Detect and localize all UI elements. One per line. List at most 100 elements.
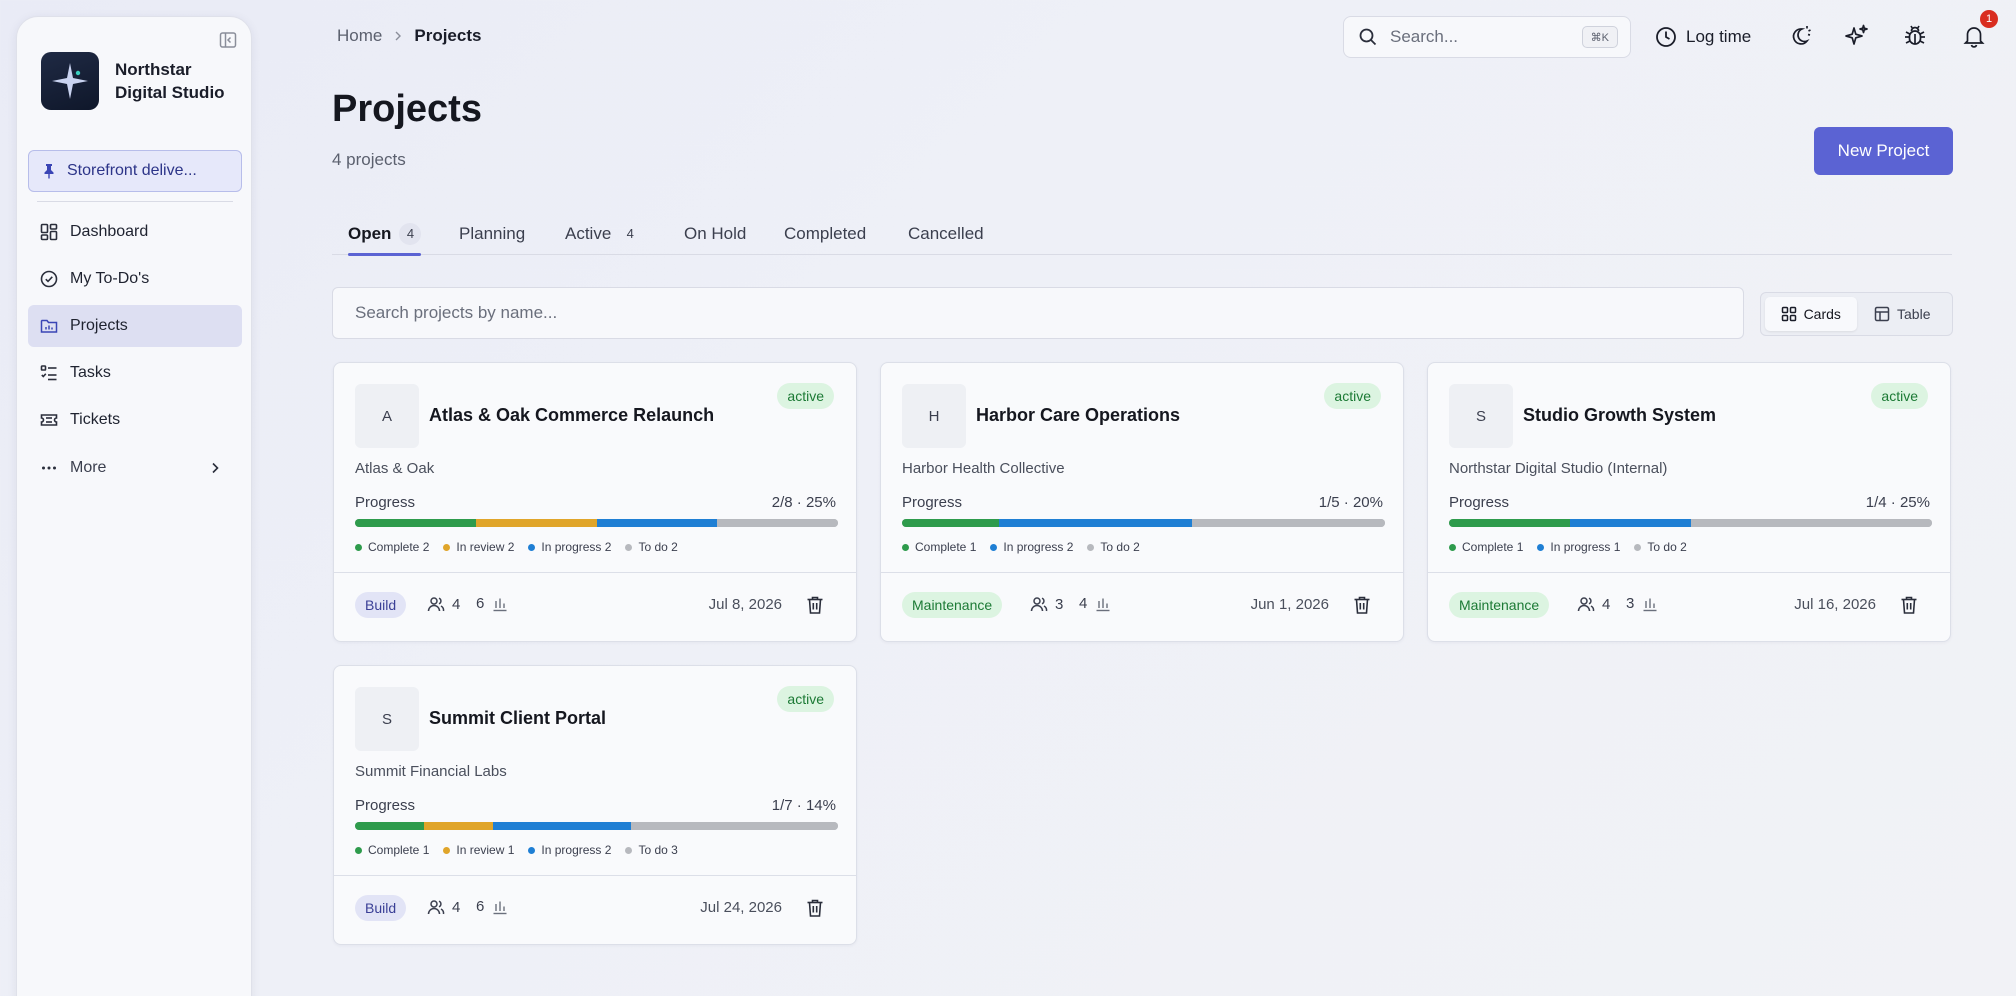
legend-dot — [625, 543, 633, 551]
project-name[interactable]: Studio Growth System — [1523, 405, 1716, 426]
table-view-button[interactable]: Table — [1857, 297, 1949, 331]
breadcrumb-home[interactable]: Home — [337, 26, 382, 46]
progress-bar — [1449, 519, 1932, 527]
project-name[interactable]: Summit Client Portal — [429, 708, 606, 729]
users-icon — [427, 900, 445, 915]
search-placeholder: Search... — [1390, 27, 1459, 46]
legend-label: Complete 2 — [368, 540, 430, 554]
member-count: 4 — [1577, 595, 1610, 613]
pinned-project[interactable]: Storefront delive... — [28, 150, 242, 192]
trash-icon[interactable] — [806, 898, 824, 918]
theme-toggle-icon[interactable] — [1787, 23, 1813, 49]
member-count: 3 — [1030, 595, 1063, 613]
progress-legend: Complete 1 In progress 1 To do 2 — [1449, 540, 1701, 554]
legend-label: In progress 2 — [541, 540, 612, 554]
project-card[interactable]: S Summit Client Portal active Summit Fin… — [333, 665, 857, 945]
view-toggle: Cards Table — [1760, 292, 1953, 336]
project-name[interactable]: Atlas & Oak Commerce Relaunch — [429, 405, 714, 426]
progress-label: Progress — [902, 494, 963, 511]
sidebar-item-dashboard[interactable]: Dashboard — [28, 211, 242, 253]
sidebar-item-tickets[interactable]: Tickets — [28, 399, 242, 441]
tasks-list-icon — [40, 365, 57, 381]
sidebar-item-my-todos[interactable]: My To-Do's — [28, 258, 242, 300]
progress-segment-in-progress — [493, 822, 631, 830]
sidebar-item-more[interactable]: More — [28, 447, 242, 489]
pinned-project-label: Storefront delive... — [67, 162, 197, 179]
progress-legend: Complete 2 In review 2 In progress 2 To do … — [355, 540, 692, 554]
trash-icon[interactable] — [1353, 595, 1371, 615]
due-date: Jul 8, 2026 — [708, 596, 782, 613]
bug-icon[interactable] — [1902, 23, 1928, 49]
task-count: 6 — [476, 898, 508, 915]
due-date: Jun 1, 2026 — [1250, 596, 1329, 613]
tab-label: Cancelled — [908, 223, 984, 243]
log-time-button[interactable]: Log time — [1655, 26, 1751, 48]
legend-dot — [990, 543, 998, 551]
bar-chart-icon[interactable] — [1642, 596, 1658, 612]
task-count: 6 — [476, 595, 508, 612]
folder-chart-icon — [40, 319, 58, 333]
tab-open[interactable]: Open 4 — [348, 212, 422, 256]
task-count: 4 — [1079, 595, 1111, 612]
project-avatar: H — [902, 384, 966, 448]
tab-planning[interactable]: Planning — [459, 212, 525, 255]
tab-completed[interactable]: Completed — [784, 212, 866, 255]
project-card[interactable]: H Harbor Care Operations active Harbor H… — [880, 362, 1404, 642]
legend-label: To do 2 — [1100, 540, 1140, 554]
sidebar-nav: Dashboard My To-Do's Projects Tasks Tick… — [28, 211, 242, 494]
sidebar-collapse-icon[interactable] — [219, 31, 237, 49]
sidebar-divider — [37, 201, 233, 202]
progress-label: Progress — [355, 494, 416, 511]
bar-chart-icon[interactable] — [492, 899, 508, 915]
member-count-value: 4 — [1602, 595, 1611, 613]
legend-dot — [355, 543, 362, 551]
sparkles-icon[interactable] — [1844, 23, 1870, 49]
legend-dot — [1634, 543, 1642, 551]
bar-chart-icon[interactable] — [1095, 596, 1111, 612]
progress-segment-to-do — [1690, 519, 1932, 527]
project-type-tag: Maintenance — [902, 592, 1003, 618]
progress-label: Progress — [355, 797, 416, 814]
tab-count: 4 — [399, 222, 422, 245]
task-count-value: 3 — [1626, 595, 1635, 612]
dashboard-icon — [40, 223, 58, 241]
new-project-button[interactable]: New Project — [1814, 127, 1953, 175]
card-divider — [334, 572, 856, 573]
cards-view-button[interactable]: Cards — [1765, 297, 1857, 331]
sidebar-item-projects[interactable]: Projects — [28, 305, 242, 347]
progress-segment-complete — [355, 822, 424, 830]
legend-dot — [1449, 543, 1456, 551]
project-card[interactable]: S Studio Growth System active Northstar … — [1427, 362, 1951, 642]
legend-item: To do 2 — [1634, 540, 1687, 554]
legend-item: In progress 1 — [1537, 540, 1620, 554]
progress-bar — [902, 519, 1385, 527]
legend-dot — [902, 543, 909, 551]
trash-icon[interactable] — [806, 595, 824, 615]
trash-icon[interactable] — [1900, 595, 1918, 615]
grid-icon — [1781, 306, 1796, 322]
progress-segment-complete — [902, 519, 999, 527]
progress-legend: Complete 1 In review 1 In progress 2 To do … — [355, 843, 692, 857]
project-client: Harbor Health Collective — [902, 460, 1065, 477]
progress-legend: Complete 1 In progress 2 To do 2 — [902, 540, 1154, 554]
legend-dot — [1087, 543, 1095, 551]
bar-chart-icon[interactable] — [492, 596, 508, 612]
global-search[interactable]: Search... ⌘K — [1343, 16, 1631, 58]
tab-label: On Hold — [684, 223, 747, 243]
tab-active[interactable]: Active 4 — [565, 212, 641, 255]
tab-cancelled[interactable]: Cancelled — [908, 212, 984, 255]
sidebar-item-tasks[interactable]: Tasks — [28, 352, 242, 394]
brand[interactable]: Northstar Digital Studio — [41, 52, 235, 110]
bell-icon[interactable] — [1961, 23, 1987, 49]
task-count-value: 4 — [1079, 595, 1088, 612]
project-card[interactable]: A Atlas & Oak Commerce Relaunch active A… — [333, 362, 857, 642]
legend-item: Complete 1 — [355, 843, 429, 857]
project-name[interactable]: Harbor Care Operations — [976, 405, 1180, 426]
status-badge: active — [777, 383, 834, 409]
table-icon — [1874, 306, 1890, 322]
project-search-input[interactable]: Search projects by name... — [332, 287, 1744, 339]
sidebar-item-label: Tickets — [70, 411, 121, 428]
legend-dot — [443, 846, 451, 854]
tab-on-hold[interactable]: On Hold — [684, 212, 746, 255]
legend-label: To do 3 — [638, 843, 678, 857]
